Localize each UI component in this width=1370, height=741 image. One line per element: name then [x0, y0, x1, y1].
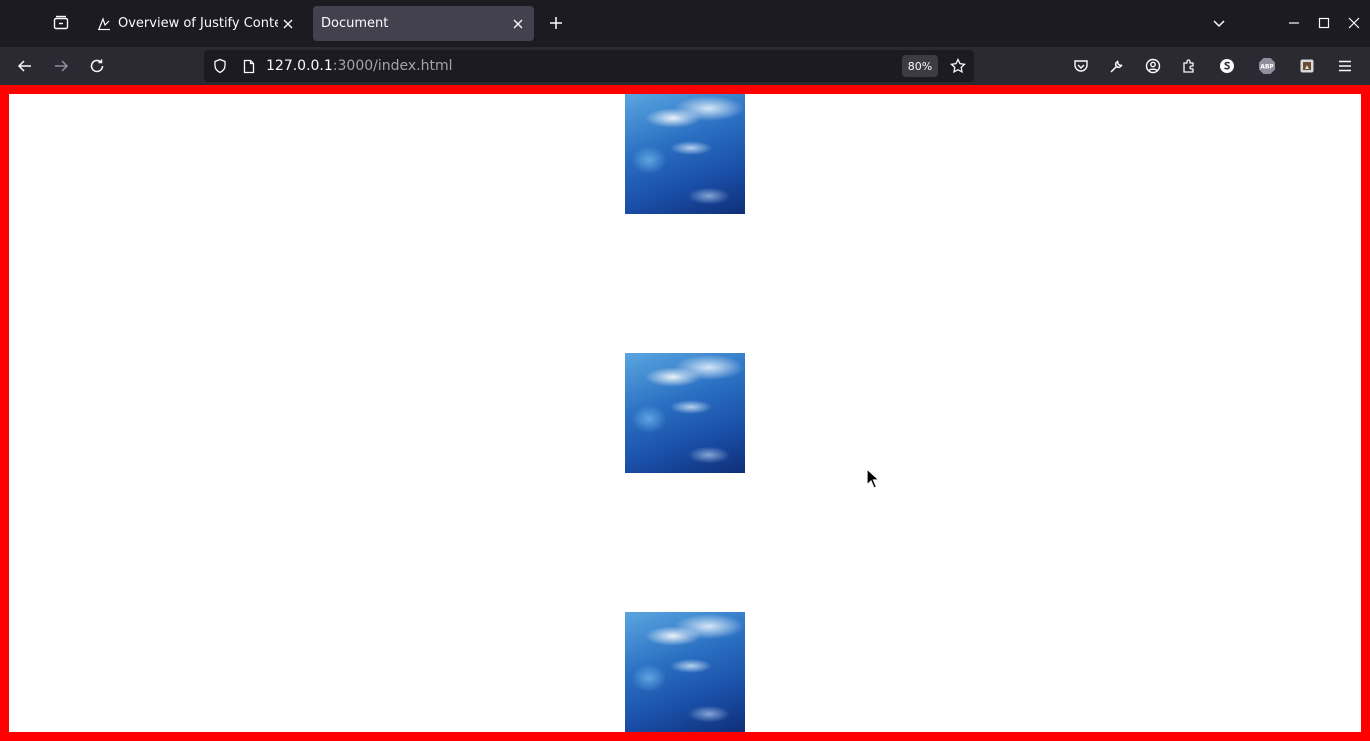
extension-button[interactable]	[1291, 50, 1323, 82]
hamburger-menu-icon	[1339, 60, 1351, 72]
zoom-level-button[interactable]: 80%	[902, 55, 938, 77]
tab-title: Document	[321, 16, 389, 31]
tab-strip: Overview of Justify Content Document	[0, 0, 1370, 47]
tab-title: Overview of Justify Content	[118, 16, 278, 31]
abp-icon: ABP	[1259, 58, 1275, 74]
wrench-icon	[1110, 60, 1123, 73]
back-arrow-icon	[17, 60, 31, 72]
minimize-icon	[1289, 22, 1299, 24]
bookmark-star-icon[interactable]	[946, 50, 970, 82]
ocean-image-3	[625, 612, 745, 732]
pocket-button[interactable]	[1065, 50, 1097, 82]
close-icon	[1348, 17, 1360, 29]
forward-arrow-icon	[55, 60, 69, 72]
mouse-cursor-icon	[866, 468, 880, 489]
url-text: 127.0.0.1:3000/index.html	[266, 50, 453, 82]
extension-app-icon	[1300, 59, 1314, 73]
sync-extension-button[interactable]	[1211, 50, 1243, 82]
ocean-image-1	[625, 94, 745, 214]
firefox-view-button[interactable]	[45, 7, 77, 39]
navigation-toolbar: 127.0.0.1:3000/index.html 80% ABP	[0, 47, 1370, 85]
page-viewport	[0, 85, 1370, 741]
shield-icon[interactable]	[208, 50, 232, 82]
forward-button[interactable]	[45, 50, 77, 82]
account-button[interactable]	[1137, 50, 1169, 82]
page-icon[interactable]	[237, 50, 261, 82]
minimize-button[interactable]	[1279, 7, 1309, 39]
url-path: :3000/index.html	[332, 58, 453, 74]
svg-text:ABP: ABP	[1260, 64, 1274, 71]
tab-document[interactable]: Document	[313, 6, 534, 41]
account-icon	[1145, 58, 1161, 74]
page-content	[9, 94, 1361, 732]
pocket-icon	[1074, 60, 1088, 72]
url-host: 127.0.0.1	[266, 58, 333, 74]
close-tab-icon[interactable]	[278, 14, 298, 34]
app-menu-button[interactable]	[1329, 50, 1361, 82]
close-tab-icon[interactable]	[508, 14, 528, 34]
adblock-button[interactable]: ABP	[1251, 50, 1283, 82]
plus-icon	[550, 17, 562, 29]
puzzle-icon	[1183, 59, 1194, 73]
new-tab-button[interactable]	[540, 7, 572, 39]
favicon-icon	[96, 16, 112, 32]
tab-overview[interactable]: Overview of Justify Content	[88, 6, 304, 41]
maximize-button[interactable]	[1309, 7, 1339, 39]
s-circle-icon	[1220, 59, 1234, 73]
tools-button[interactable]	[1101, 50, 1133, 82]
list-all-tabs-button[interactable]	[1203, 7, 1235, 39]
close-window-button[interactable]	[1339, 7, 1369, 39]
reload-icon	[90, 59, 104, 73]
firefox-view-icon	[53, 15, 69, 30]
chevron-down-icon	[1213, 20, 1225, 28]
maximize-icon	[1318, 17, 1330, 29]
address-bar[interactable]: 127.0.0.1:3000/index.html 80%	[204, 50, 974, 82]
extensions-button[interactable]	[1173, 50, 1205, 82]
ocean-image-2	[625, 353, 745, 473]
back-button[interactable]	[9, 50, 41, 82]
reload-button[interactable]	[81, 50, 113, 82]
